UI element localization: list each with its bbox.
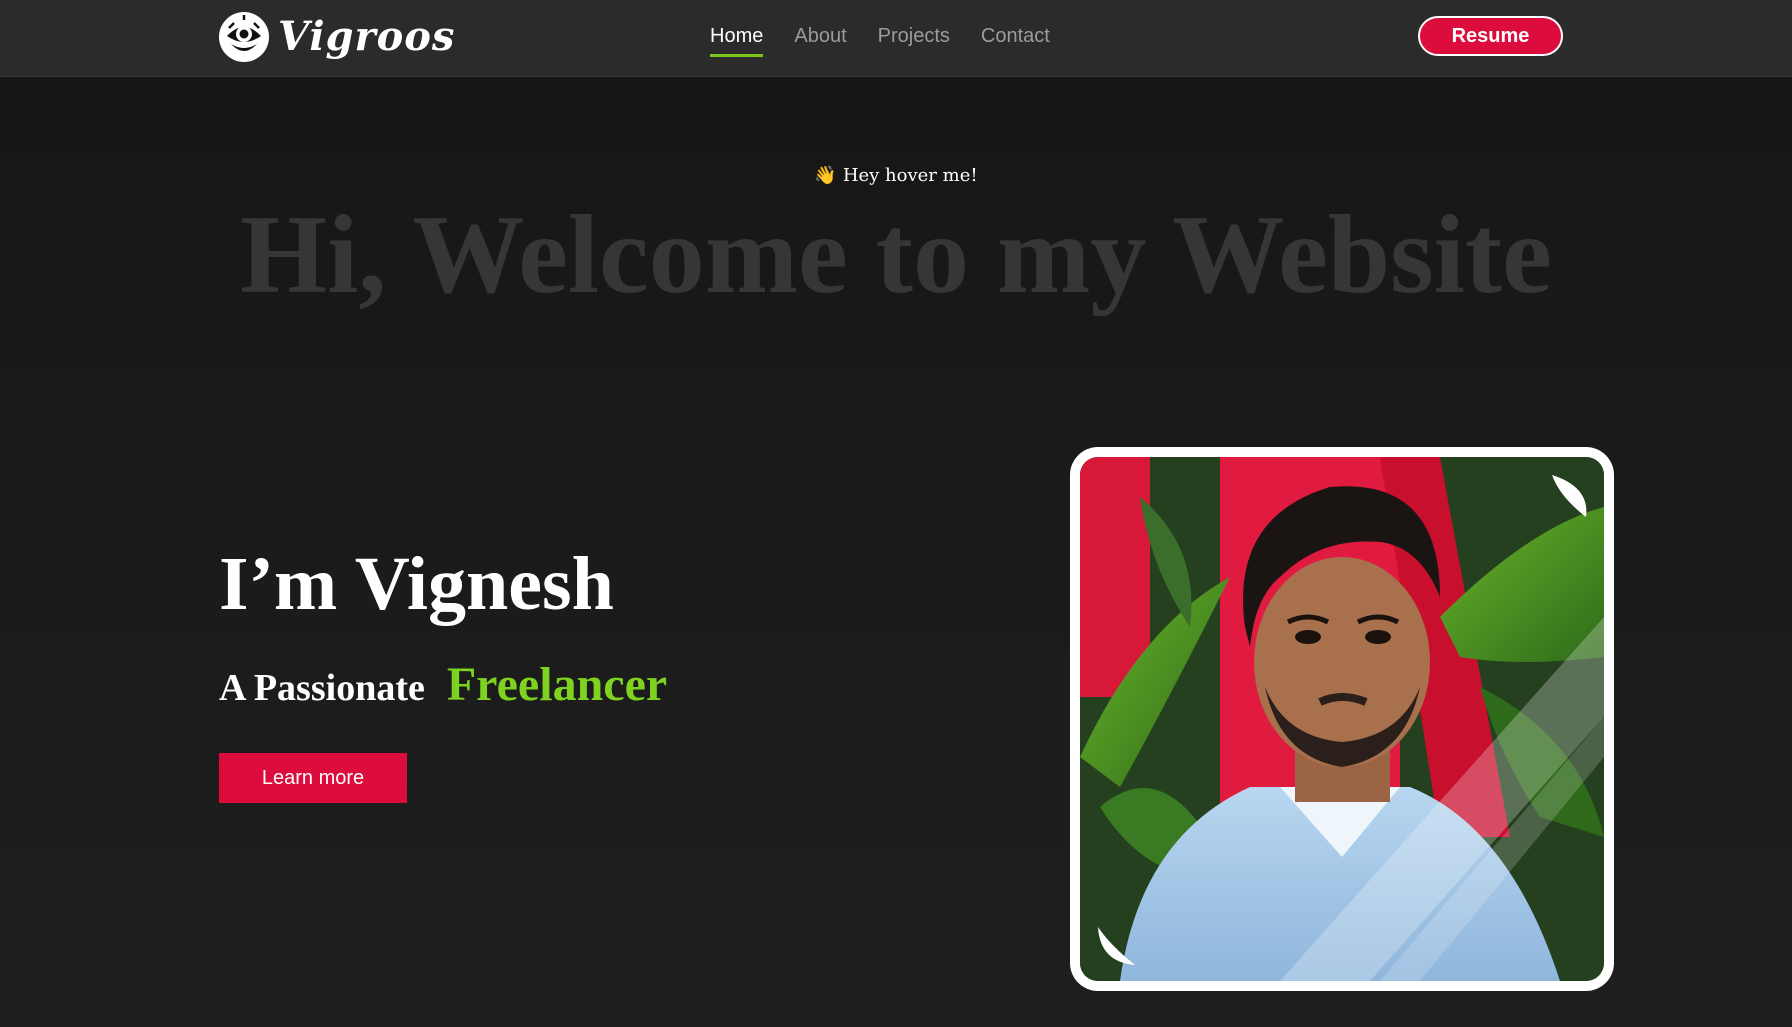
nav-link-about[interactable]: About: [794, 22, 846, 57]
learn-more-button[interactable]: Learn more: [219, 753, 407, 803]
brand-name[interactable]: Vigroos: [278, 17, 455, 57]
eye-mascot-icon[interactable]: [219, 12, 269, 62]
tagline-prefix: A Passionate: [219, 667, 425, 709]
nav-link-home[interactable]: Home: [710, 22, 764, 57]
navbar: Vigroos Home About Projects Contact Resu…: [0, 0, 1792, 77]
greeting-heading: I’m Vignesh: [219, 542, 614, 626]
welcome-heading: Hi, Welcome to my Website: [240, 193, 1552, 317]
hero-section: 👋 Hey hover me! Hi, Welcome to my Website…: [0, 77, 1792, 1027]
tagline-role: Freelancer: [446, 658, 668, 711]
profile-photo-frame: [1070, 447, 1614, 991]
nav-link-projects[interactable]: Projects: [878, 22, 950, 57]
nav-link-contact[interactable]: Contact: [981, 22, 1050, 57]
tagline: A Passionate Freelancer: [219, 657, 667, 712]
brand[interactable]: Vigroos: [219, 11, 455, 63]
nav-links: Home About Projects Contact: [710, 22, 1050, 57]
profile-photo: [1080, 457, 1604, 981]
resume-button[interactable]: Resume: [1418, 16, 1563, 56]
